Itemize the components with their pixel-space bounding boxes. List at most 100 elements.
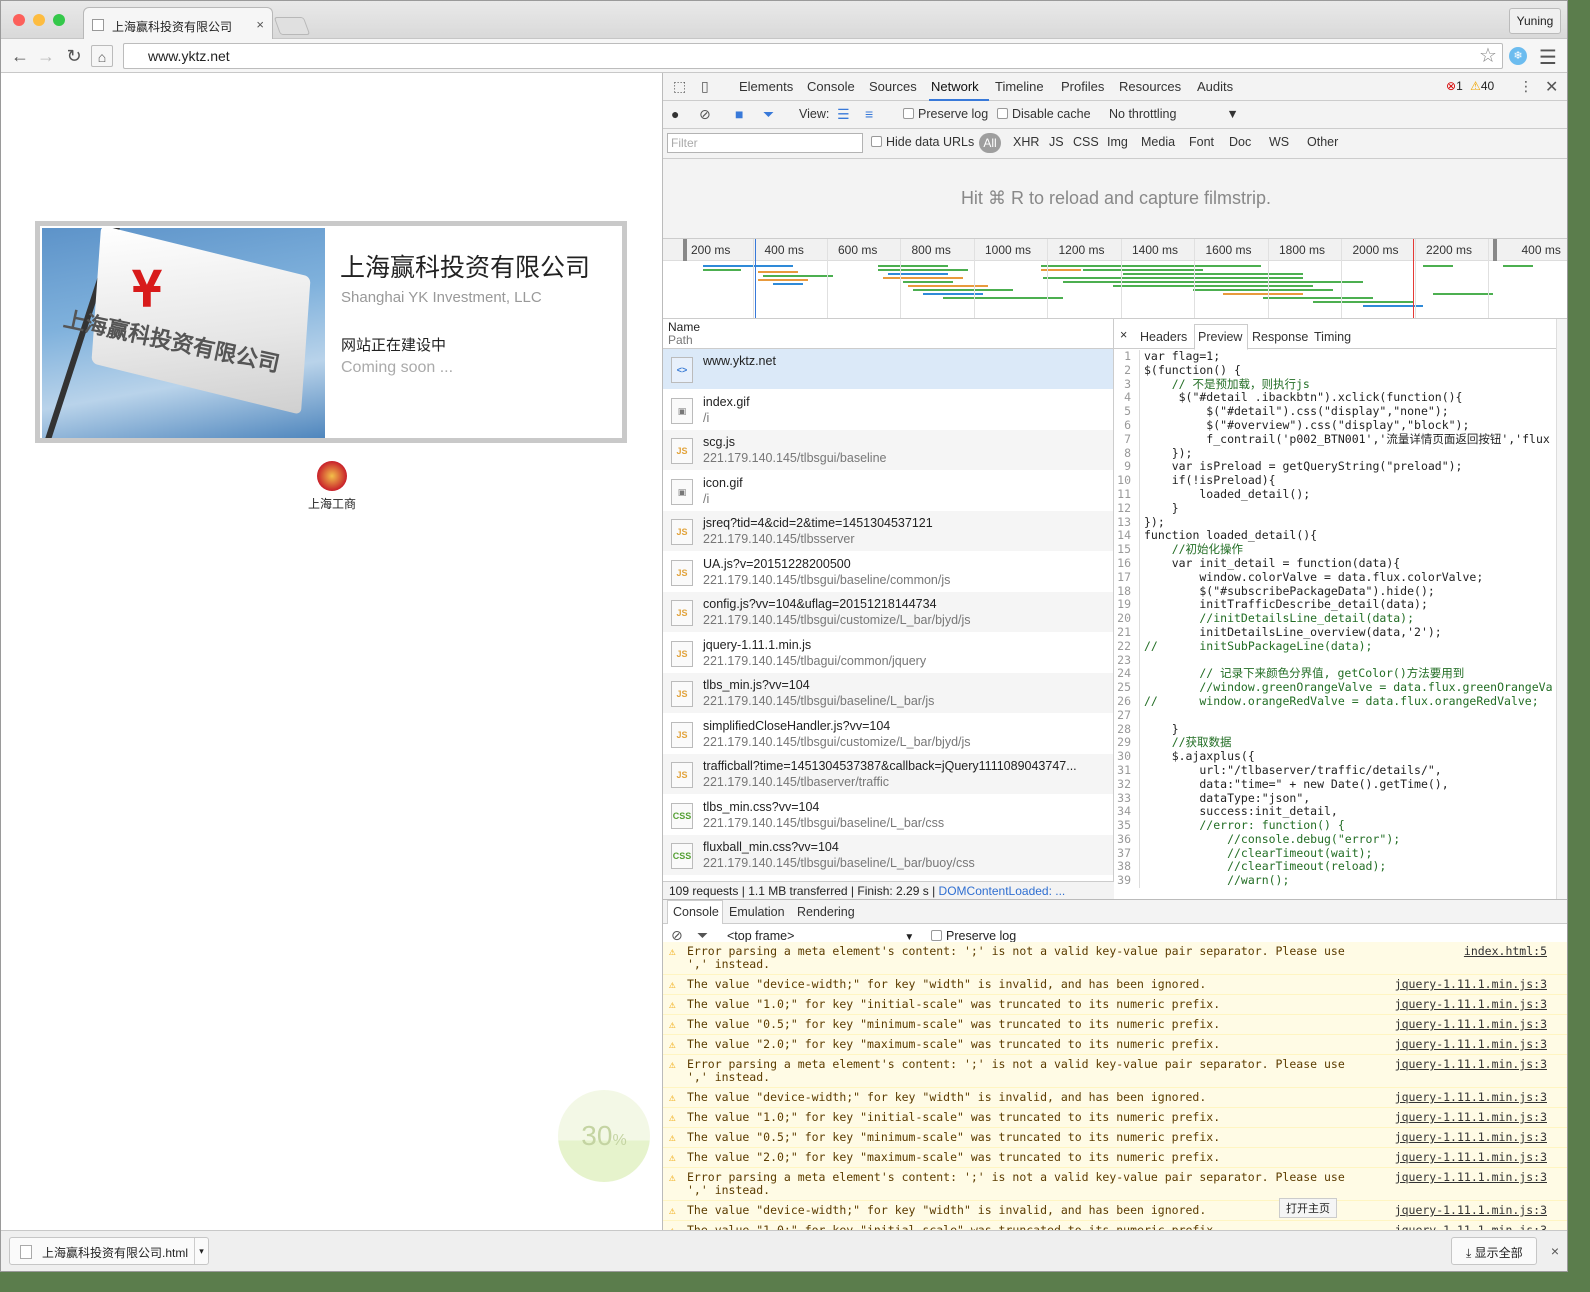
window-handle-left[interactable]: [683, 239, 687, 261]
filter-type-js[interactable]: JS: [1049, 135, 1064, 149]
message-source-link[interactable]: jquery-1.11.1.min.js:3: [1395, 1038, 1547, 1051]
message-source-link[interactable]: jquery-1.11.1.min.js:3: [1395, 1111, 1547, 1124]
code-preview[interactable]: 1 var flag=1; 2 $(function() {3 // 不是预加载，则执…: [1114, 349, 1567, 889]
filter-input[interactable]: Filter: [667, 133, 863, 153]
more-options-icon[interactable]: ⋮: [1519, 78, 1533, 95]
back-arrow-icon[interactable]: ←: [9, 45, 31, 67]
large-rows-icon[interactable]: ☰: [837, 106, 850, 123]
preview-tab-response[interactable]: Response: [1252, 330, 1308, 344]
close-shelf-icon[interactable]: ×: [1551, 1243, 1559, 1259]
request-row[interactable]: JS tlbs_min.js?vv=104 221.179.140.145/tlbs…: [663, 673, 1113, 714]
network-overview[interactable]: 200 ms 400 ms 600 ms 800 ms 1000 ms 1200 ms 14…: [663, 239, 1567, 319]
filter-type-other[interactable]: Other: [1307, 135, 1338, 149]
forward-arrow-icon[interactable]: →: [35, 45, 57, 67]
address-bar[interactable]: www.yktz.net: [123, 43, 1503, 69]
tab-profiles[interactable]: Profiles: [1061, 79, 1104, 94]
home-icon[interactable]: ⌂: [91, 45, 113, 67]
preview-tab-preview[interactable]: Preview: [1198, 330, 1242, 344]
maximize-window-button[interactable]: [53, 14, 65, 26]
download-item[interactable]: 上海赢科投资有限公司.html ▾: [9, 1237, 209, 1265]
preview-tab-headers[interactable]: Headers: [1140, 330, 1187, 344]
request-row[interactable]: JS scg.js 221.179.140.145/tlbsgui/baseline: [663, 430, 1113, 471]
filter-type-xhr[interactable]: XHR: [1013, 135, 1039, 149]
tab-close-icon[interactable]: ×: [256, 17, 264, 32]
preview-tab-timing[interactable]: Timing: [1314, 330, 1351, 344]
disable-cache-checkbox[interactable]: Disable cache: [997, 107, 1091, 121]
message-source-link[interactable]: jquery-1.11.1.min.js:3: [1395, 978, 1547, 991]
browser-tab[interactable]: 上海赢科投资有限公司 ×: [83, 7, 273, 39]
request-row[interactable]: ▣ index.gif/i: [663, 390, 1113, 430]
reload-icon[interactable]: ↻: [63, 45, 85, 67]
overview-icon[interactable]: ≡: [865, 106, 873, 122]
message-source-link[interactable]: jquery-1.11.1.min.js:3: [1395, 1151, 1547, 1164]
request-name: index.gif: [703, 394, 750, 409]
profile-button[interactable]: Yuning: [1509, 8, 1561, 34]
message-source-link[interactable]: index.html:5: [1464, 945, 1547, 958]
progress-ball[interactable]: 30%: [558, 1090, 650, 1182]
request-row[interactable]: JS simplifiedCloseHandler.js?vv=104 221.17…: [663, 714, 1113, 754]
filter-type-doc[interactable]: Doc: [1229, 135, 1251, 149]
filter-type-img[interactable]: Img: [1107, 135, 1128, 149]
close-preview-icon[interactable]: ×: [1120, 328, 1127, 342]
throttling-select[interactable]: No throttling ▼: [1109, 107, 1239, 121]
preserve-log-checkbox[interactable]: Preserve log: [903, 107, 988, 121]
close-window-button[interactable]: [13, 14, 25, 26]
request-row[interactable]: JS UA.js?v=20151228200500 221.179.140.145/…: [663, 552, 1113, 592]
request-row[interactable]: JS config.js?vv=104&uflag=20151218144734 2…: [663, 592, 1113, 633]
message-source-link[interactable]: jquery-1.11.1.min.js:3: [1395, 1131, 1547, 1144]
window-handle-right[interactable]: [1493, 239, 1497, 261]
menu-icon[interactable]: ☰: [1539, 45, 1557, 70]
error-warning-counter[interactable]: ⊗1 ⚠40: [1446, 79, 1494, 93]
clear-icon[interactable]: ⊘: [699, 106, 711, 123]
tab-elements[interactable]: Elements: [739, 79, 793, 94]
device-mode-icon[interactable]: ▯: [701, 78, 709, 95]
drawer-tab-rendering[interactable]: Rendering: [797, 905, 855, 919]
new-tab-button[interactable]: [273, 17, 311, 35]
drawer-tab-console[interactable]: Console: [673, 905, 719, 919]
message-source-link[interactable]: jquery-1.11.1.min.js:3: [1395, 1171, 1547, 1184]
request-row[interactable]: CSS tlbs_min.css?vv=104 221.179.140.145/tl…: [663, 795, 1113, 835]
record-icon[interactable]: ●: [671, 106, 679, 122]
preview-scrollbar[interactable]: [1556, 319, 1567, 899]
filter-type-font[interactable]: Font: [1189, 135, 1214, 149]
tab-console[interactable]: Console: [807, 79, 855, 94]
message-source-link[interactable]: jquery-1.11.1.min.js:3: [1395, 998, 1547, 1011]
line-number: 31: [1114, 763, 1140, 778]
message-source-link[interactable]: jquery-1.11.1.min.js:3: [1395, 1091, 1547, 1104]
hide-data-urls-checkbox[interactable]: Hide data URLs: [871, 135, 974, 149]
request-row[interactable]: JS jsreq?tid=4&cid=2&time=1451304537121 22…: [663, 511, 1113, 552]
gridline: [1047, 239, 1048, 318]
request-row[interactable]: JS jquery-1.11.1.min.js 221.179.140.145/tl…: [663, 633, 1113, 673]
filter-type-ws[interactable]: WS: [1269, 135, 1289, 149]
request-row[interactable]: JS trafficball?time=1451304537387&callbac…: [663, 754, 1113, 795]
request-row[interactable]: CSS fluxball_min.css?vv=104 221.179.140.14…: [663, 835, 1113, 876]
close-devtools-icon[interactable]: ✕: [1545, 77, 1558, 97]
minimize-window-button[interactable]: [33, 14, 45, 26]
tab-audits[interactable]: Audits: [1197, 79, 1233, 94]
show-all-downloads-button[interactable]: ⤓ 显示全部: [1451, 1237, 1537, 1265]
console-preserve-log-checkbox[interactable]: Preserve log: [931, 929, 1016, 943]
request-row[interactable]: ▣ icon.gif/i: [663, 471, 1113, 511]
filter-icon[interactable]: ⏷: [763, 106, 774, 123]
filter-type-all[interactable]: All: [979, 133, 1001, 153]
tab-timeline[interactable]: Timeline: [995, 79, 1044, 94]
context-select[interactable]: <top frame> ▼: [727, 929, 914, 943]
tab-resources[interactable]: Resources: [1119, 79, 1181, 94]
message-source-link[interactable]: jquery-1.11.1.min.js:3: [1395, 1204, 1547, 1217]
bookmark-star-icon[interactable]: ☆: [1479, 43, 1497, 68]
extension-icon[interactable]: ❄: [1509, 47, 1527, 65]
tab-network[interactable]: Network: [931, 79, 979, 94]
filter-type-media[interactable]: Media: [1141, 135, 1175, 149]
download-menu-icon[interactable]: ▾: [194, 1238, 208, 1264]
capture-screenshots-icon[interactable]: ■: [735, 106, 743, 122]
request-row[interactable]: <> www.yktz.net: [663, 349, 1113, 390]
code-line: 21 initDetailsLine_overview(data,'2');: [1114, 625, 1567, 640]
message-source-link[interactable]: jquery-1.11.1.min.js:3: [1395, 1018, 1547, 1031]
inspect-element-icon[interactable]: ⬚: [673, 78, 686, 95]
message-source-link[interactable]: jquery-1.11.1.min.js:3: [1395, 1058, 1547, 1071]
tab-sources[interactable]: Sources: [869, 79, 917, 94]
list-header[interactable]: Name Path: [663, 319, 1113, 349]
business-license-badge[interactable]: 上海工商: [308, 461, 356, 512]
filter-type-css[interactable]: CSS: [1073, 135, 1099, 149]
drawer-tab-emulation[interactable]: Emulation: [729, 905, 785, 919]
